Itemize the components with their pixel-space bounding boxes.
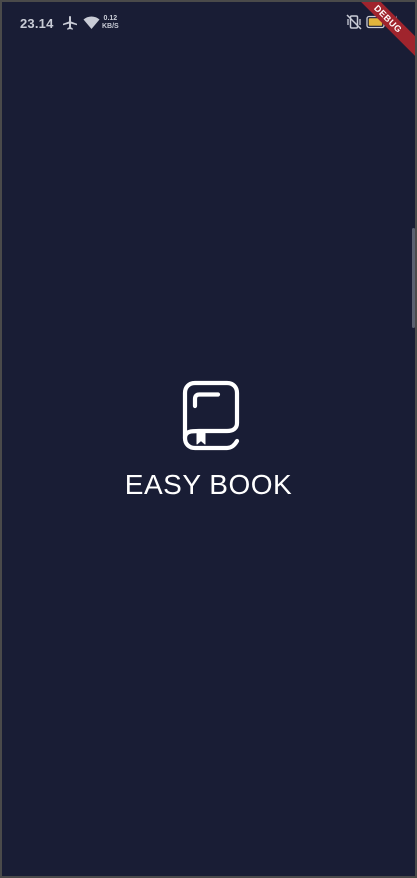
network-speed: 0.12 KB/S <box>102 15 119 31</box>
splash-screen: 23.14 0.12 KB/S DEBUG EASY BOOK <box>2 2 415 876</box>
vibrate-icon <box>346 14 362 35</box>
app-name-title: EASY BOOK <box>124 469 293 500</box>
status-time: 23.14 <box>20 16 54 31</box>
edge-panel-handle[interactable] <box>412 228 415 328</box>
network-speed-unit: KB/S <box>102 23 119 30</box>
status-bar: 23.14 0.12 KB/S DEBUG <box>2 2 415 63</box>
book-icon <box>182 380 240 451</box>
airplane-mode-icon <box>62 15 78 36</box>
wifi-icon <box>83 15 100 35</box>
network-speed-value: 0.12 <box>103 15 118 22</box>
